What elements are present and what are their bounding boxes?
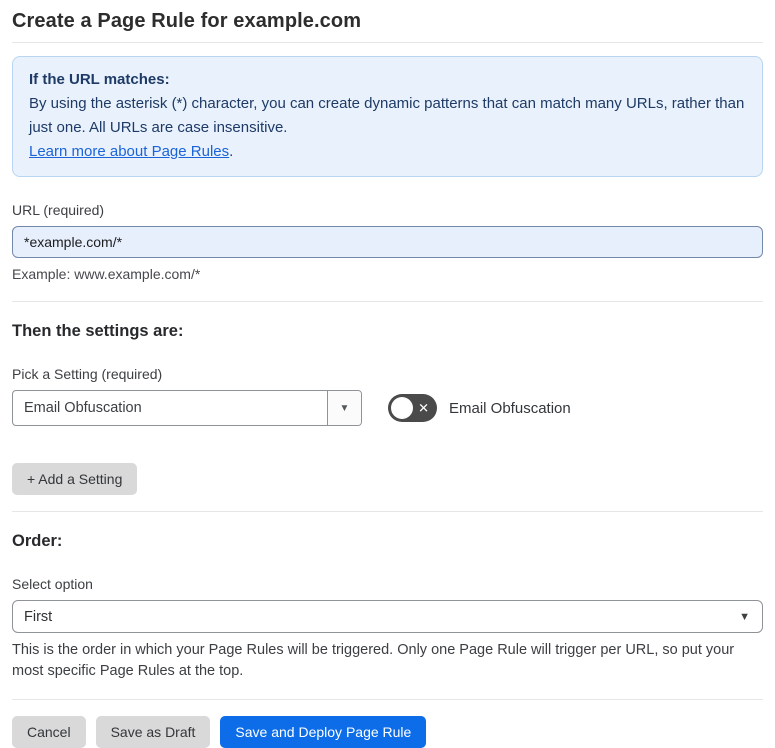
info-box-link-line: Learn more about Page Rules. bbox=[29, 140, 746, 164]
create-page-rule-form: Create a Page Rule for example.com If th… bbox=[0, 0, 775, 748]
url-input[interactable] bbox=[12, 226, 763, 258]
order-section-heading: Order: bbox=[12, 532, 63, 550]
order-select-label: Select option bbox=[12, 576, 93, 592]
email-obfuscation-toggle-group: ✕ Email Obfuscation bbox=[388, 394, 571, 422]
title-divider bbox=[12, 42, 763, 43]
order-select[interactable]: First ▼ bbox=[12, 600, 763, 633]
link-suffix: . bbox=[229, 143, 234, 160]
email-obfuscation-toggle[interactable]: ✕ bbox=[388, 394, 437, 422]
save-and-deploy-button[interactable]: Save and Deploy Page Rule bbox=[220, 716, 427, 748]
footer-actions: Cancel Save as Draft Save and Deploy Pag… bbox=[12, 716, 763, 748]
url-match-info-box: If the URL matches: By using the asteris… bbox=[12, 56, 763, 177]
setting-select-caret-button[interactable]: ▼ bbox=[327, 391, 361, 425]
add-setting-button[interactable]: + Add a Setting bbox=[12, 463, 138, 495]
settings-section-heading: Then the settings are: bbox=[12, 322, 184, 340]
caret-down-icon: ▼ bbox=[339, 402, 350, 414]
page-title: Create a Page Rule for example.com bbox=[12, 10, 362, 32]
learn-more-link[interactable]: Learn more about Page Rules bbox=[29, 143, 229, 160]
url-section-divider bbox=[12, 301, 763, 302]
toggle-label: Email Obfuscation bbox=[449, 399, 571, 417]
pick-setting-label: Pick a Setting (required) bbox=[12, 366, 163, 382]
footer-divider bbox=[12, 699, 763, 700]
order-select-value: First bbox=[24, 608, 53, 625]
url-example-helper: Example: www.example.com/* bbox=[12, 266, 201, 282]
cancel-button[interactable]: Cancel bbox=[12, 716, 86, 748]
url-field-label: URL (required) bbox=[12, 202, 105, 218]
setting-row: Email Obfuscation ▼ ✕ Email Obfuscation bbox=[12, 390, 763, 426]
toggle-knob bbox=[391, 397, 413, 419]
info-box-body: By using the asterisk (*) character, you… bbox=[29, 95, 745, 136]
order-helper-text: This is the order in which your Page Rul… bbox=[12, 642, 735, 679]
setting-select[interactable]: Email Obfuscation ▼ bbox=[12, 390, 362, 426]
setting-select-value: Email Obfuscation bbox=[24, 400, 142, 416]
info-box-heading: If the URL matches: bbox=[29, 71, 170, 88]
settings-section-divider bbox=[12, 511, 763, 512]
toggle-off-x-icon: ✕ bbox=[418, 400, 429, 416]
caret-down-icon: ▼ bbox=[739, 610, 750, 623]
save-as-draft-button[interactable]: Save as Draft bbox=[95, 716, 211, 748]
